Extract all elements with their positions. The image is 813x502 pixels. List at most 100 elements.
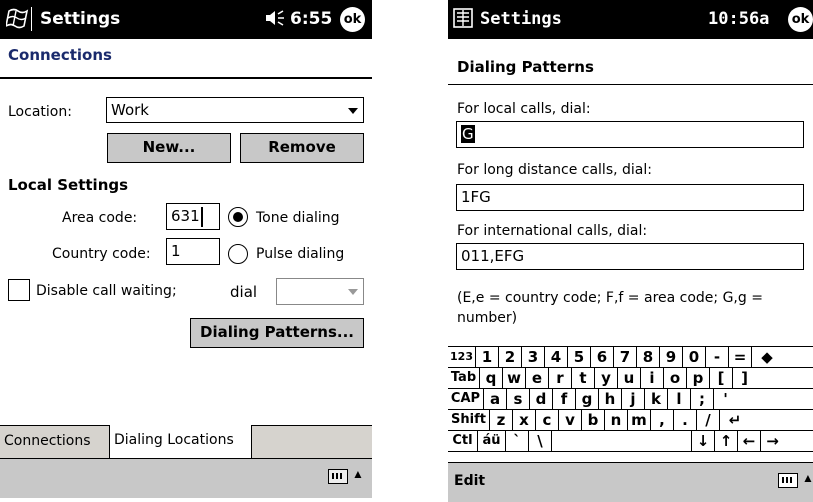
clock[interactable]: 6:55 [290, 9, 332, 29]
key[interactable]: Shift [448, 410, 490, 431]
international-input[interactable]: 011,EFG [456, 243, 804, 270]
soft-keyboard: 123 1 2 3 4 5 6 7 8 9 0 - = ◆ Tab q w e … [448, 346, 813, 462]
long-distance-label: For long distance calls, dial: [457, 162, 652, 178]
long-distance-input[interactable]: 1FG [456, 184, 804, 211]
key[interactable]: \ [529, 431, 552, 452]
key[interactable]: t [572, 368, 595, 389]
spacebar[interactable] [552, 431, 692, 452]
new-button[interactable]: New... [107, 133, 231, 163]
pulse-dialing-radio[interactable] [228, 244, 248, 264]
key[interactable]: j [622, 389, 645, 410]
key[interactable]: / [697, 410, 720, 431]
key[interactable]: 1 [476, 347, 499, 368]
key[interactable]: 3 [522, 347, 545, 368]
down-arrow-key[interactable]: ↓ [692, 431, 715, 452]
location-dropdown[interactable]: Work [106, 97, 364, 123]
key[interactable]: k [645, 389, 668, 410]
key[interactable]: . [674, 410, 697, 431]
key[interactable]: 123 [448, 347, 476, 368]
up-arrow-icon[interactable]: ▲ [352, 467, 364, 481]
clock[interactable]: 10:56a [708, 9, 769, 29]
area-code-value: 631 [171, 207, 200, 225]
international-value: 011,EFG [461, 247, 525, 265]
legend-text: (E,e = country code; F,f = area code; G,… [457, 290, 763, 306]
windows-flag-icon[interactable] [452, 7, 478, 31]
key[interactable]: CAP [448, 389, 484, 410]
key[interactable]: q [480, 368, 503, 389]
key[interactable]: - [706, 347, 729, 368]
key[interactable]: h [599, 389, 622, 410]
key[interactable]: ' [714, 389, 737, 410]
up-arrow-icon[interactable]: ▲ [802, 471, 813, 485]
local-calls-value: G [461, 125, 475, 143]
key[interactable]: ; [691, 389, 714, 410]
key[interactable]: Ctl [448, 431, 478, 452]
enter-icon[interactable]: ↵ [720, 410, 750, 431]
key[interactable]: [ [710, 368, 733, 389]
key[interactable]: ] [733, 368, 756, 389]
key[interactable]: e [526, 368, 549, 389]
key[interactable]: áü [478, 431, 506, 452]
key[interactable]: 2 [499, 347, 522, 368]
key[interactable]: g [576, 389, 599, 410]
chevron-down-icon [348, 289, 358, 295]
keyboard-icon[interactable] [778, 473, 798, 488]
area-code-input[interactable]: 631 [166, 203, 220, 230]
key[interactable]: o [664, 368, 687, 389]
key[interactable]: a [484, 389, 507, 410]
key[interactable]: f [553, 389, 576, 410]
keyboard-row-2: Tab q w e r t y u i o p [ ] [448, 367, 813, 389]
tab-connections[interactable]: Connections [0, 426, 110, 459]
app-title: Settings [40, 9, 121, 29]
key[interactable]: m [628, 410, 651, 431]
dial-dropdown[interactable] [276, 278, 364, 305]
header-divider [448, 84, 813, 85]
disable-call-waiting-checkbox[interactable] [8, 279, 30, 301]
key[interactable]: 8 [637, 347, 660, 368]
key[interactable]: 0 [683, 347, 706, 368]
local-calls-input[interactable]: G [456, 121, 804, 148]
key[interactable]: d [530, 389, 553, 410]
key[interactable]: p [687, 368, 710, 389]
right-arrow-key[interactable]: → [761, 431, 784, 452]
key[interactable]: Tab [448, 368, 480, 389]
key[interactable]: x [513, 410, 536, 431]
key[interactable]: 7 [614, 347, 637, 368]
key[interactable]: 9 [660, 347, 683, 368]
ok-button[interactable]: ok [788, 7, 813, 32]
speaker-icon[interactable] [264, 8, 286, 33]
key[interactable]: l [668, 389, 691, 410]
key[interactable]: ` [506, 431, 529, 452]
key[interactable]: y [595, 368, 618, 389]
key[interactable]: 5 [568, 347, 591, 368]
key[interactable]: z [490, 410, 513, 431]
key[interactable]: 4 [545, 347, 568, 368]
edit-menu[interactable]: Edit [454, 473, 485, 489]
key[interactable]: = [729, 347, 752, 368]
country-code-input[interactable]: 1 [166, 238, 220, 265]
menu-bar: Edit ▲ [448, 462, 813, 502]
left-arrow-key[interactable]: ← [738, 431, 761, 452]
backspace-icon[interactable]: ◆ [752, 347, 782, 368]
key[interactable]: s [507, 389, 530, 410]
tab-dialing-locations[interactable]: Dialing Locations [109, 425, 252, 459]
key[interactable]: i [641, 368, 664, 389]
tone-dialing-radio[interactable] [228, 207, 248, 227]
key[interactable]: b [582, 410, 605, 431]
key[interactable]: c [536, 410, 559, 431]
key[interactable]: v [559, 410, 582, 431]
key[interactable]: u [618, 368, 641, 389]
key[interactable]: , [651, 410, 674, 431]
remove-button[interactable]: Remove [240, 133, 364, 163]
key[interactable]: r [549, 368, 572, 389]
legend-text-2: number) [457, 310, 518, 326]
keyboard-icon[interactable] [328, 469, 348, 484]
key[interactable]: 6 [591, 347, 614, 368]
windows-flag-icon[interactable] [4, 7, 32, 31]
ok-button[interactable]: ok [340, 7, 365, 32]
keyboard-row-3: CAP a s d f g h j k l ; ' [448, 388, 813, 410]
dialing-patterns-button[interactable]: Dialing Patterns... [190, 318, 364, 348]
key[interactable]: n [605, 410, 628, 431]
up-arrow-key[interactable]: ↑ [715, 431, 738, 452]
key[interactable]: w [503, 368, 526, 389]
